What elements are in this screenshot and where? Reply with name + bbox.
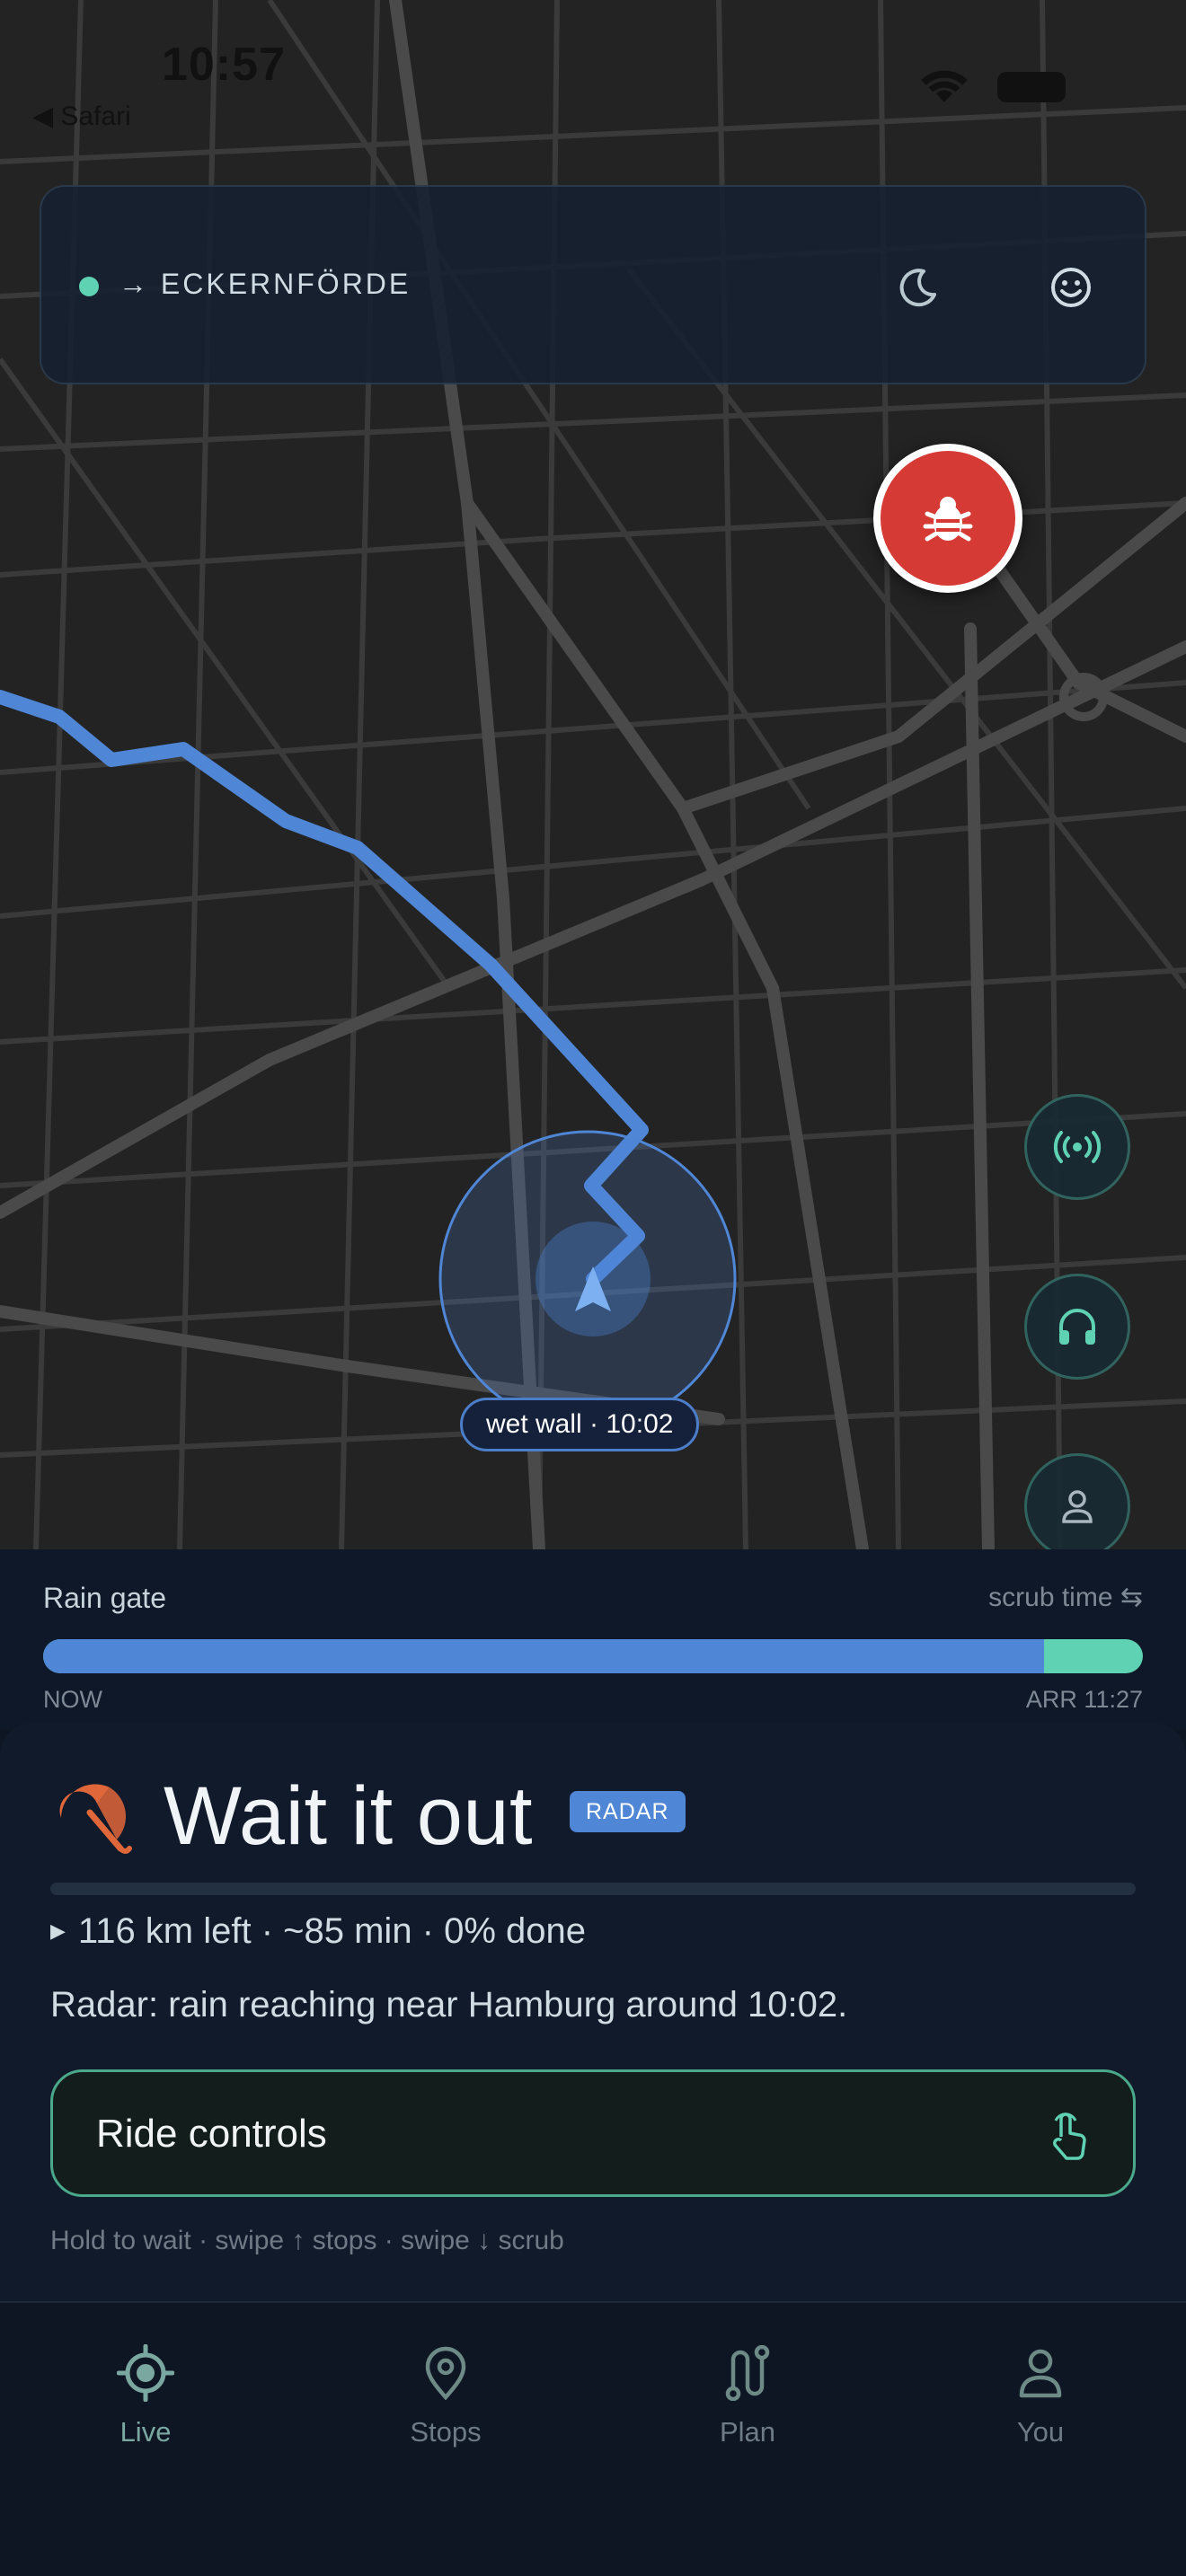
gesture-hint: Hold to wait · swipe ↑ stops · swipe ↓ s… <box>50 2226 564 2255</box>
advice-title: Wait it out <box>164 1770 534 1862</box>
status-time: 10:57 <box>162 39 286 91</box>
ride-controls-label: Ride controls <box>96 2112 327 2156</box>
touch-hand-icon <box>1053 2113 1086 2160</box>
bug-icon <box>923 497 973 542</box>
audio-button[interactable] <box>1024 1274 1130 1380</box>
headphones-icon <box>1059 1309 1095 1345</box>
trip-stats: ▶ 116 km left · ~85 min · 0% done <box>50 1911 586 1952</box>
radar-badge: RADAR <box>570 1791 686 1832</box>
tab-bar: Live Stops Plan You <box>0 2301 1186 2576</box>
play-triangle-icon: ▶ <box>50 1919 66 1942</box>
bug-report-button[interactable] <box>873 444 1022 593</box>
trip-progress <box>50 1883 1136 1895</box>
destination-card[interactable]: → ECKERNFÖRDE <box>40 185 1146 384</box>
rain-gate-panel: Rain gate scrub time ⇆ NOW ARR 11:27 <box>0 1549 1186 1729</box>
rain-gate-timeline[interactable] <box>43 1639 1143 1673</box>
broadcast-icon <box>1053 1131 1102 1163</box>
map-pin-icon <box>425 2346 466 2401</box>
wet-wall-label: wet wall · 10:02 <box>460 1398 700 1451</box>
scrub-time-toggle[interactable]: scrub time ⇆ <box>988 1582 1143 1613</box>
battery-icon <box>997 72 1066 102</box>
radar-note: Radar: rain reaching near Hamburg around… <box>50 1985 848 2025</box>
bottom-sheet[interactable]: Wait it out RADAR ▶ 116 km left · ~85 min… <box>0 1723 1186 2301</box>
timeline-end-label: ARR 11:27 <box>1025 1686 1143 1713</box>
rain-gate-wet-segment <box>43 1639 1044 1673</box>
umbrella-icon <box>59 1784 132 1854</box>
moon-icon[interactable] <box>886 255 951 320</box>
tab-stops-label: Stops <box>410 2416 482 2448</box>
tab-live-label: Live <box>119 2416 172 2448</box>
user-icon <box>1062 1490 1093 1523</box>
broadcast-button[interactable] <box>1024 1094 1130 1200</box>
back-to-safari[interactable]: ◀ Safari <box>32 101 131 132</box>
status-dot <box>79 277 99 296</box>
rain-gate-title: Rain gate <box>43 1582 166 1614</box>
profile-side-button[interactable] <box>1024 1453 1130 1549</box>
wifi-icon <box>916 66 972 110</box>
tab-plan[interactable]: Plan <box>658 2342 837 2448</box>
ride-controls-button[interactable]: Ride controls <box>50 2069 1136 2197</box>
tab-you-label: You <box>1016 2416 1065 2448</box>
tab-you[interactable]: You <box>951 2342 1130 2448</box>
user-icon <box>1019 2349 1062 2398</box>
smile-icon[interactable] <box>1039 255 1103 320</box>
tab-stops[interactable]: Stops <box>356 2342 535 2448</box>
map-view[interactable]: 10:57 ◀ Safari → ECKERNFÖRDE wet wall · … <box>0 0 1186 1549</box>
tab-plan-label: Plan <box>719 2416 776 2448</box>
tab-live[interactable]: Live <box>56 2342 235 2448</box>
route-icon <box>725 2345 770 2401</box>
destination-label: → ECKERNFÖRDE <box>119 268 412 300</box>
trip-stats-text: 116 km left · ~85 min · 0% done <box>77 1911 587 1951</box>
crosshair-icon <box>117 2344 174 2402</box>
timeline-start-label: NOW <box>43 1686 102 1713</box>
